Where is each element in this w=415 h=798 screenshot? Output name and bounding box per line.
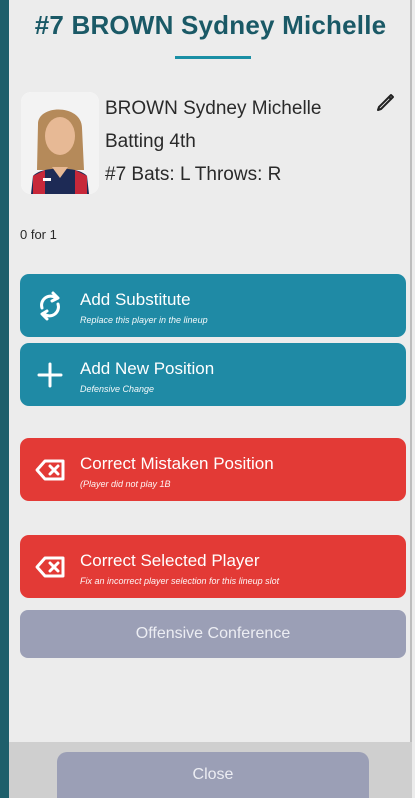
correct-mistaken-position-button[interactable]: Correct Mistaken Position (Player did no… [20,438,406,501]
refresh-swap-icon [34,290,66,322]
add-new-position-sublabel: Defensive Change [80,384,155,394]
player-avatar [21,92,99,194]
add-substitute-label: Add Substitute [80,290,191,309]
delete-x-icon [34,551,66,583]
correct-mistaken-position-sublabel: (Player did not play 1B [80,479,171,489]
add-substitute-sublabel: Replace this player in the lineup [80,315,208,325]
title-underline [175,56,251,59]
edit-pencil-icon[interactable] [376,92,396,112]
correct-selected-player-button[interactable]: Correct Selected Player Fix an incorrect… [20,535,406,598]
add-new-position-button[interactable]: Add New Position Defensive Change [20,343,406,406]
add-substitute-button[interactable]: Add Substitute Replace this player in th… [20,274,406,337]
add-new-position-label: Add New Position [80,359,215,378]
delete-x-icon [34,454,66,486]
correct-selected-player-label: Correct Selected Player [80,551,260,570]
correct-mistaken-position-label: Correct Mistaken Position [80,454,274,473]
player-batting-order: Batting 4th [105,131,196,152]
dialog-footer: Close [9,742,412,798]
player-details: #7 Bats: L Throws: R [105,164,282,185]
player-dialog: #7 BROWN Sydney Michelle BROWN Sydney Mi… [9,0,412,798]
left-accent-bar [0,0,9,798]
player-name: BROWN Sydney Michelle [105,98,322,119]
correct-selected-player-sublabel: Fix an incorrect player selection for th… [80,576,280,586]
plus-icon [34,359,66,391]
player-info: BROWN Sydney Michelle Batting 4th #7 Bat… [105,92,321,191]
offensive-conference-button[interactable]: Offensive Conference [20,610,406,658]
player-stat-line: 0 for 1 [20,227,57,242]
close-button[interactable]: Close [57,752,369,798]
dialog-title: #7 BROWN Sydney Michelle [34,10,387,40]
